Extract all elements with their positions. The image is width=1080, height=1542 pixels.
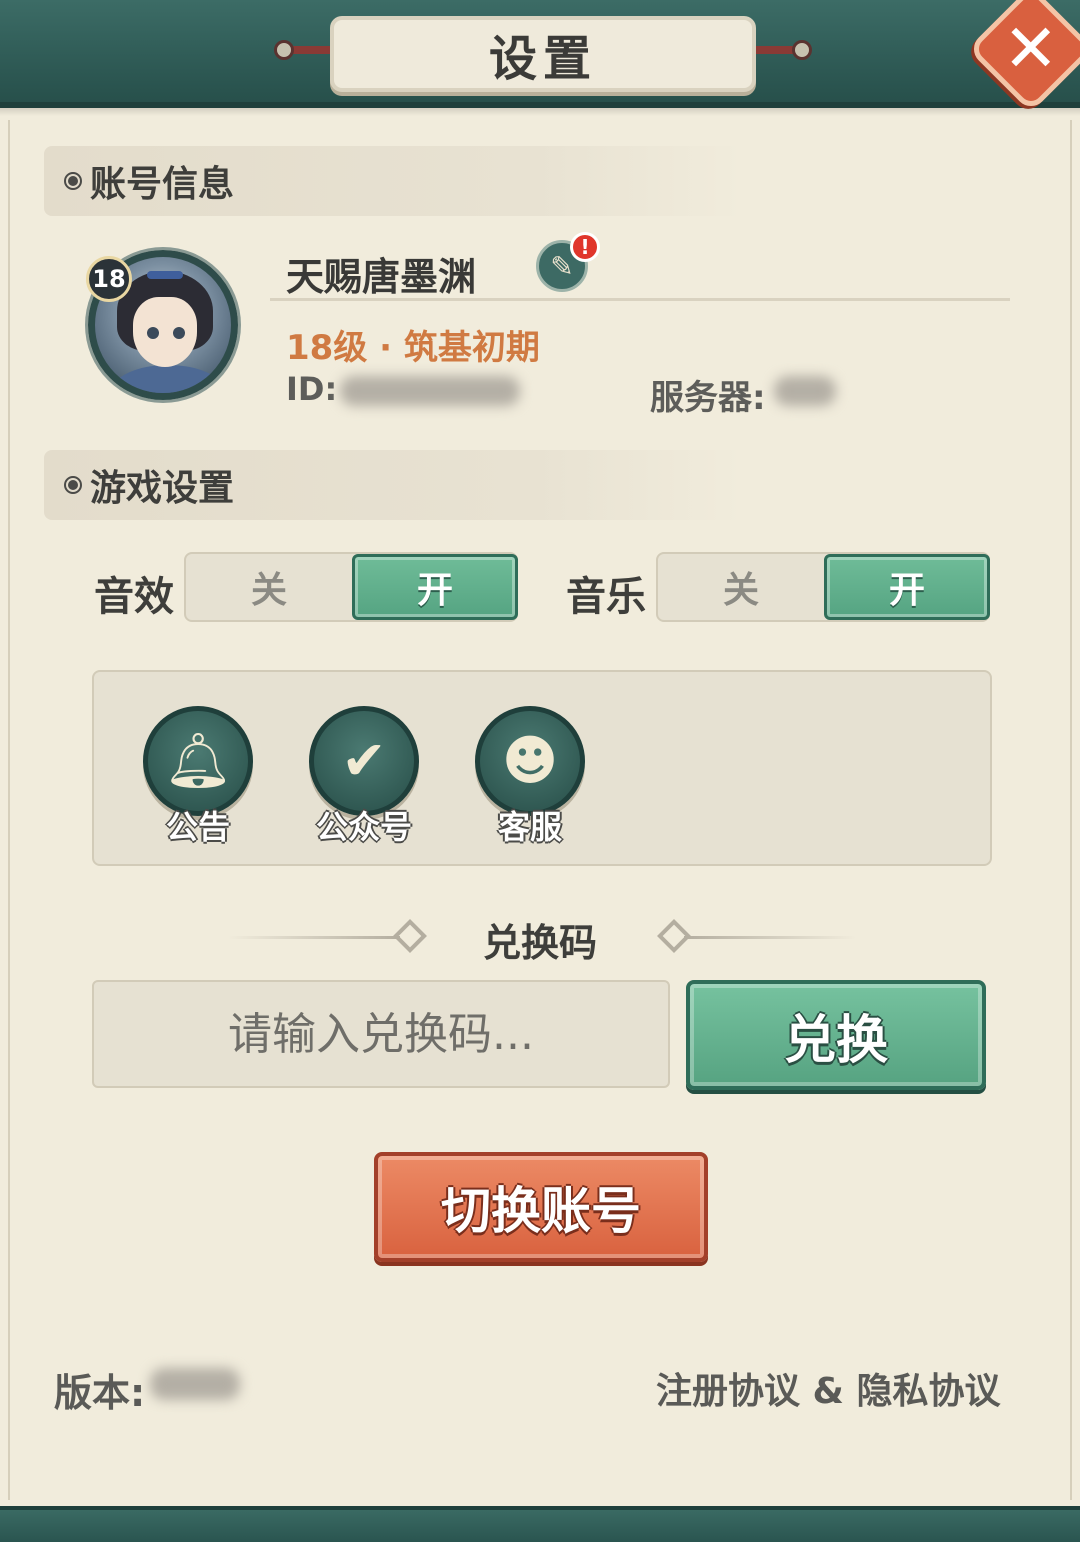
alert-badge: ! <box>570 232 600 262</box>
diamond-ornament-icon <box>393 919 427 953</box>
player-id-value <box>340 376 520 406</box>
customer-service-button[interactable]: ☻ 客服 <box>472 706 588 846</box>
level-badge: 18 <box>86 256 132 302</box>
sound-label: 音效 <box>94 574 174 620</box>
player-level: 18级 · 筑基初期 <box>286 328 540 368</box>
official-account-button[interactable]: ✔ 公众号 <box>306 706 422 846</box>
switch-account-button[interactable]: 切换账号 <box>374 1152 708 1262</box>
announcement-label: 公告 <box>165 808 230 846</box>
settings-panel: 设置 ✕ 账号信息 18 天赐唐墨渊 ✎ ! 18级 · 筑基初期 ID: 服务… <box>0 0 1080 1542</box>
game-section-header: 游戏设置 <box>44 450 744 520</box>
account-section-title: 账号信息 <box>90 164 235 205</box>
announcement-button[interactable]: 🔔︎ 公告 <box>140 706 256 846</box>
redeem-code-input[interactable] <box>92 980 670 1088</box>
title-plaque: 设置 <box>330 16 756 92</box>
section-bullet-icon <box>64 476 82 494</box>
title-knob-right <box>792 40 812 60</box>
sound-off-option[interactable]: 关 <box>186 554 352 620</box>
footer-band <box>0 1506 1080 1542</box>
section-bullet-icon <box>64 172 82 190</box>
policy-link[interactable]: 注册协议 & 隐私协议 <box>656 1362 1000 1414</box>
player-id-label: ID: <box>286 370 338 408</box>
bell-icon: 🔔︎ <box>163 729 233 792</box>
music-on-option[interactable]: 开 <box>824 554 990 620</box>
divider <box>270 298 1010 301</box>
music-label: 音乐 <box>566 574 646 620</box>
divider <box>228 936 400 939</box>
left-border <box>8 120 10 1500</box>
player-name: 天赐唐墨渊 <box>286 255 477 299</box>
server-value <box>774 376 836 406</box>
close-icon: ✕ <box>1003 9 1059 87</box>
sound-toggle[interactable]: 关 开 <box>184 552 518 622</box>
headset-icon: ☻ <box>501 729 559 792</box>
official-account-label: 公众号 <box>315 808 412 846</box>
account-section-header: 账号信息 <box>44 146 744 216</box>
redeem-title: 兑换码 <box>482 921 597 965</box>
server-label: 服务器: <box>650 378 766 418</box>
sound-on-option[interactable]: 开 <box>352 554 518 620</box>
divider <box>684 936 856 939</box>
version-label: 版本: <box>54 1371 146 1415</box>
right-border <box>1070 120 1072 1500</box>
redeem-button[interactable]: 兑换 <box>686 980 986 1090</box>
version-value <box>150 1368 240 1400</box>
chat-bubble-icon: ✔ <box>341 729 387 792</box>
pencil-icon: ✎ <box>550 249 574 283</box>
title-knob-left <box>274 40 294 60</box>
game-section-title: 游戏设置 <box>90 468 235 509</box>
customer-service-label: 客服 <box>497 808 562 846</box>
music-toggle[interactable]: 关 开 <box>656 552 990 622</box>
music-off-option[interactable]: 关 <box>658 554 824 620</box>
page-title: 设置 <box>488 31 597 87</box>
